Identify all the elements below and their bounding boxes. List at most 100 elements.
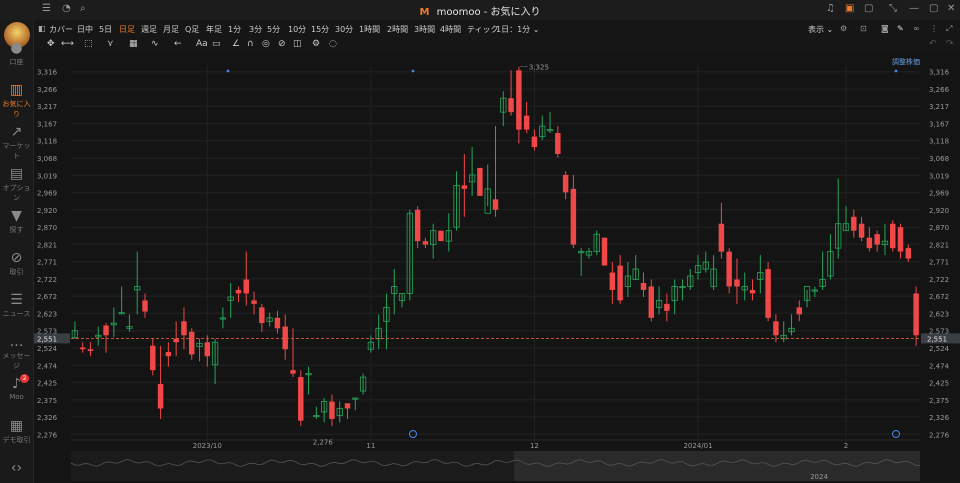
- settings-icon[interactable]: ⚙: [840, 24, 847, 33]
- tf-1hour[interactable]: 1時間: [359, 24, 380, 35]
- maximize-icon[interactable]: ▢: [929, 3, 938, 14]
- lock-icon[interactable]: ▣: [845, 3, 854, 14]
- wave-tool-icon[interactable]: ∿: [151, 39, 159, 49]
- display-menu[interactable]: 表示 ⌄: [808, 24, 833, 35]
- sidebar-item-messages[interactable]: … メッセージ: [0, 334, 33, 371]
- sidebar-item-account[interactable]: ● 口座: [0, 40, 33, 67]
- y-tick-label-right: 2,326: [929, 414, 950, 422]
- options-icon: ▤: [9, 166, 24, 182]
- more-icon[interactable]: ⋮: [930, 24, 938, 33]
- ruler-tool-icon[interactable]: ∠: [232, 39, 240, 49]
- candle-body: [274, 317, 281, 329]
- candle-body: [905, 248, 912, 259]
- fib-tool-icon[interactable]: ▦: [129, 39, 138, 49]
- sidebar-item-code[interactable]: ‹›: [0, 460, 33, 477]
- moomoo-logo-icon: M: [419, 7, 430, 18]
- settings-ring-icon[interactable]: ◌: [329, 39, 337, 49]
- eye-icon[interactable]: ◎: [262, 39, 270, 49]
- tf-tick[interactable]: ティック: [467, 24, 499, 35]
- shrink-icon[interactable]: ⤡: [889, 3, 897, 14]
- magnet-icon[interactable]: ∩: [247, 39, 254, 49]
- demo-icon: ▦: [9, 418, 24, 434]
- candle-body: [290, 370, 296, 374]
- layout-icon[interactable]: ◧: [38, 24, 46, 33]
- arrow-tool-icon[interactable]: ←: [174, 39, 182, 49]
- pen-icon[interactable]: ✎: [897, 24, 904, 33]
- sidebar-item-trade[interactable]: ⊘ 取引: [0, 250, 33, 277]
- candle-body: [204, 342, 211, 357]
- candle-body: [570, 188, 577, 245]
- candle-body: [851, 216, 857, 231]
- undo-icon[interactable]: ↶: [929, 39, 937, 49]
- y-tick-label-right: 3,019: [929, 172, 949, 180]
- note-tool-icon[interactable]: ▭: [212, 39, 221, 49]
- trash-icon[interactable]: ◫: [293, 39, 302, 49]
- candle-body: [414, 209, 421, 242]
- y-tick-label-left: 2,969: [37, 190, 57, 198]
- cover-button[interactable]: カバー: [49, 24, 73, 35]
- y-tick-label-right: 2,969: [929, 190, 949, 198]
- fullscreen-icon[interactable]: ⤢: [946, 24, 952, 34]
- sidebar-item-news[interactable]: ☰ ニュース: [0, 292, 33, 319]
- template-icon[interactable]: ⊡: [860, 24, 867, 33]
- tf-yearly[interactable]: 年足: [206, 24, 222, 35]
- y-tick-label-right: 2,771: [929, 259, 949, 267]
- crosshair-icon[interactable]: ✥: [47, 39, 55, 49]
- tf-3hour[interactable]: 3時間: [414, 24, 435, 35]
- minimize-icon[interactable]: —: [909, 3, 919, 14]
- range-select[interactable]: 1日：1分 ⌄: [496, 24, 539, 35]
- candle-body: [157, 384, 164, 409]
- shirt-icon[interactable]: ▢: [864, 3, 873, 14]
- tf-5min[interactable]: 5分: [267, 24, 280, 35]
- candle-body: [718, 223, 725, 252]
- y-tick-label-right: 3,316: [929, 69, 950, 77]
- link-icon[interactable]: ∞: [913, 24, 920, 33]
- camera-icon[interactable]: ◙: [881, 24, 889, 33]
- tf-quarterly[interactable]: Q足: [185, 24, 199, 35]
- candlestick-chart[interactable]: 3,316 3,316 3,266 3,266 3,217 3,217 3,167 3,167…: [34, 53, 960, 483]
- tf-1min[interactable]: 1分: [228, 24, 241, 35]
- tf-monthly[interactable]: 月足: [163, 24, 179, 35]
- chevron-down-icon: ⌄: [532, 25, 540, 34]
- y-tick-label-right: 2,474: [929, 362, 950, 370]
- line-tool-icon[interactable]: ⟷: [61, 39, 74, 49]
- text-tool-icon[interactable]: Aa: [196, 39, 208, 49]
- tf-weekly[interactable]: 週足: [141, 24, 157, 35]
- delete-icon[interactable]: ⊘: [278, 39, 286, 49]
- tf-2hour[interactable]: 2時間: [387, 24, 408, 35]
- x-tick-label: 2024/01: [683, 442, 712, 450]
- sidebar-item-demo-trade[interactable]: ▦ デモ取引: [0, 418, 33, 445]
- x-tick-label: 11: [366, 442, 375, 450]
- chart-background: [34, 53, 960, 483]
- drawing-toolbar: ✥ ⟷ ⬚ ⋎ ▦ ∿ ← Aa ▭ ∠ ∩ ◎ ⊘ ◫ ⚙ ◌ ↶ ↷: [34, 37, 960, 53]
- headset-icon[interactable]: ♫: [826, 3, 835, 14]
- candle-body: [103, 325, 109, 336]
- tf-5day[interactable]: 5日: [99, 24, 112, 35]
- rect-tool-icon[interactable]: ⬚: [84, 39, 93, 49]
- tf-10min[interactable]: 10分: [288, 24, 306, 35]
- sidebar-item-moo[interactable]: ♪ Moo 2: [0, 374, 33, 401]
- sidebar-item-options[interactable]: ▤ オプション: [0, 166, 33, 203]
- close-icon[interactable]: ✕: [947, 3, 955, 14]
- event-marker-dot: [226, 69, 230, 73]
- tf-15min[interactable]: 15分: [311, 24, 329, 35]
- tf-daily[interactable]: 日足: [119, 24, 135, 35]
- tf-4hour[interactable]: 4時間: [440, 24, 461, 35]
- candle-body: [243, 279, 249, 294]
- candle-body: [461, 185, 468, 189]
- fork-tool-icon[interactable]: ⋎: [107, 39, 114, 49]
- tf-intraday[interactable]: 日中: [77, 24, 93, 35]
- y-tick-label-left: 3,316: [37, 69, 58, 77]
- gear-icon[interactable]: ⚙: [312, 39, 320, 49]
- sidebar-item-market[interactable]: ↗ マーケット: [0, 124, 33, 161]
- y-tick-label-right: 3,068: [929, 155, 949, 163]
- sidebar-item-explore[interactable]: ▼ 探す: [0, 208, 33, 235]
- x-tick-label: 12: [530, 442, 539, 450]
- code-icon: ‹›: [10, 460, 23, 476]
- redo-icon[interactable]: ↷: [946, 39, 954, 49]
- tf-3min[interactable]: 3分: [249, 24, 262, 35]
- tf-30min[interactable]: 30分: [335, 24, 353, 35]
- sidebar-item-favorites[interactable]: ▥ お気に入り: [0, 82, 33, 119]
- chevron-down-icon: ⌄: [826, 25, 834, 34]
- adjusted-price-label[interactable]: 調整株価: [892, 57, 920, 67]
